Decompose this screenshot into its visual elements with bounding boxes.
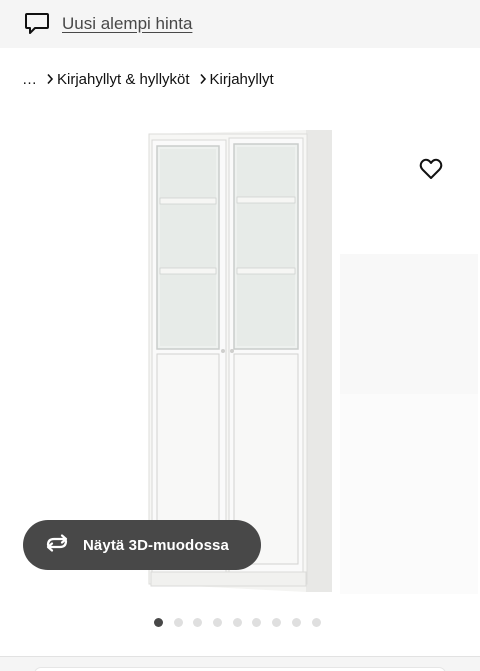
heart-outline-icon <box>419 158 443 183</box>
product-page: Uusi alempi hinta … Kirjahyllyt & hyllyk… <box>0 0 480 671</box>
bottom-bar <box>0 656 480 671</box>
pagination-dot[interactable] <box>213 617 223 627</box>
rotate-arrows-icon <box>43 533 71 558</box>
breadcrumb-bookcases[interactable]: Kirjahyllyt <box>210 71 274 88</box>
chevron-right-icon <box>196 73 210 85</box>
pagination-dot[interactable] <box>311 617 321 627</box>
breadcrumb: … Kirjahyllyt & hyllyköt Kirjahyllyt <box>22 69 274 89</box>
breadcrumb-bookshelves-and-shelving[interactable]: Kirjahyllyt & hyllyköt <box>57 71 190 88</box>
pagination-dot[interactable] <box>154 617 163 627</box>
bottom-action-pill[interactable] <box>34 667 446 671</box>
pagination-dot[interactable] <box>173 617 183 627</box>
pagination-dot[interactable] <box>232 617 242 627</box>
view-3d-button[interactable]: Näytä 3D-muodossa <box>23 520 261 570</box>
chevron-right-icon <box>43 73 57 85</box>
pagination-dot[interactable] <box>193 617 203 627</box>
pagination-dot[interactable] <box>252 617 262 627</box>
speech-bubble-icon <box>22 10 52 38</box>
new-lower-price-link[interactable]: Uusi alempi hinta <box>62 14 192 34</box>
pagination-dot[interactable] <box>272 617 282 627</box>
price-notice-banner: Uusi alempi hinta <box>0 0 480 48</box>
favorite-button[interactable] <box>414 155 448 185</box>
gallery-pagination <box>154 617 331 627</box>
view-3d-label: Näytä 3D-muodossa <box>83 536 229 554</box>
breadcrumb-ellipsis[interactable]: … <box>22 71 37 88</box>
pagination-dot[interactable] <box>291 617 301 627</box>
